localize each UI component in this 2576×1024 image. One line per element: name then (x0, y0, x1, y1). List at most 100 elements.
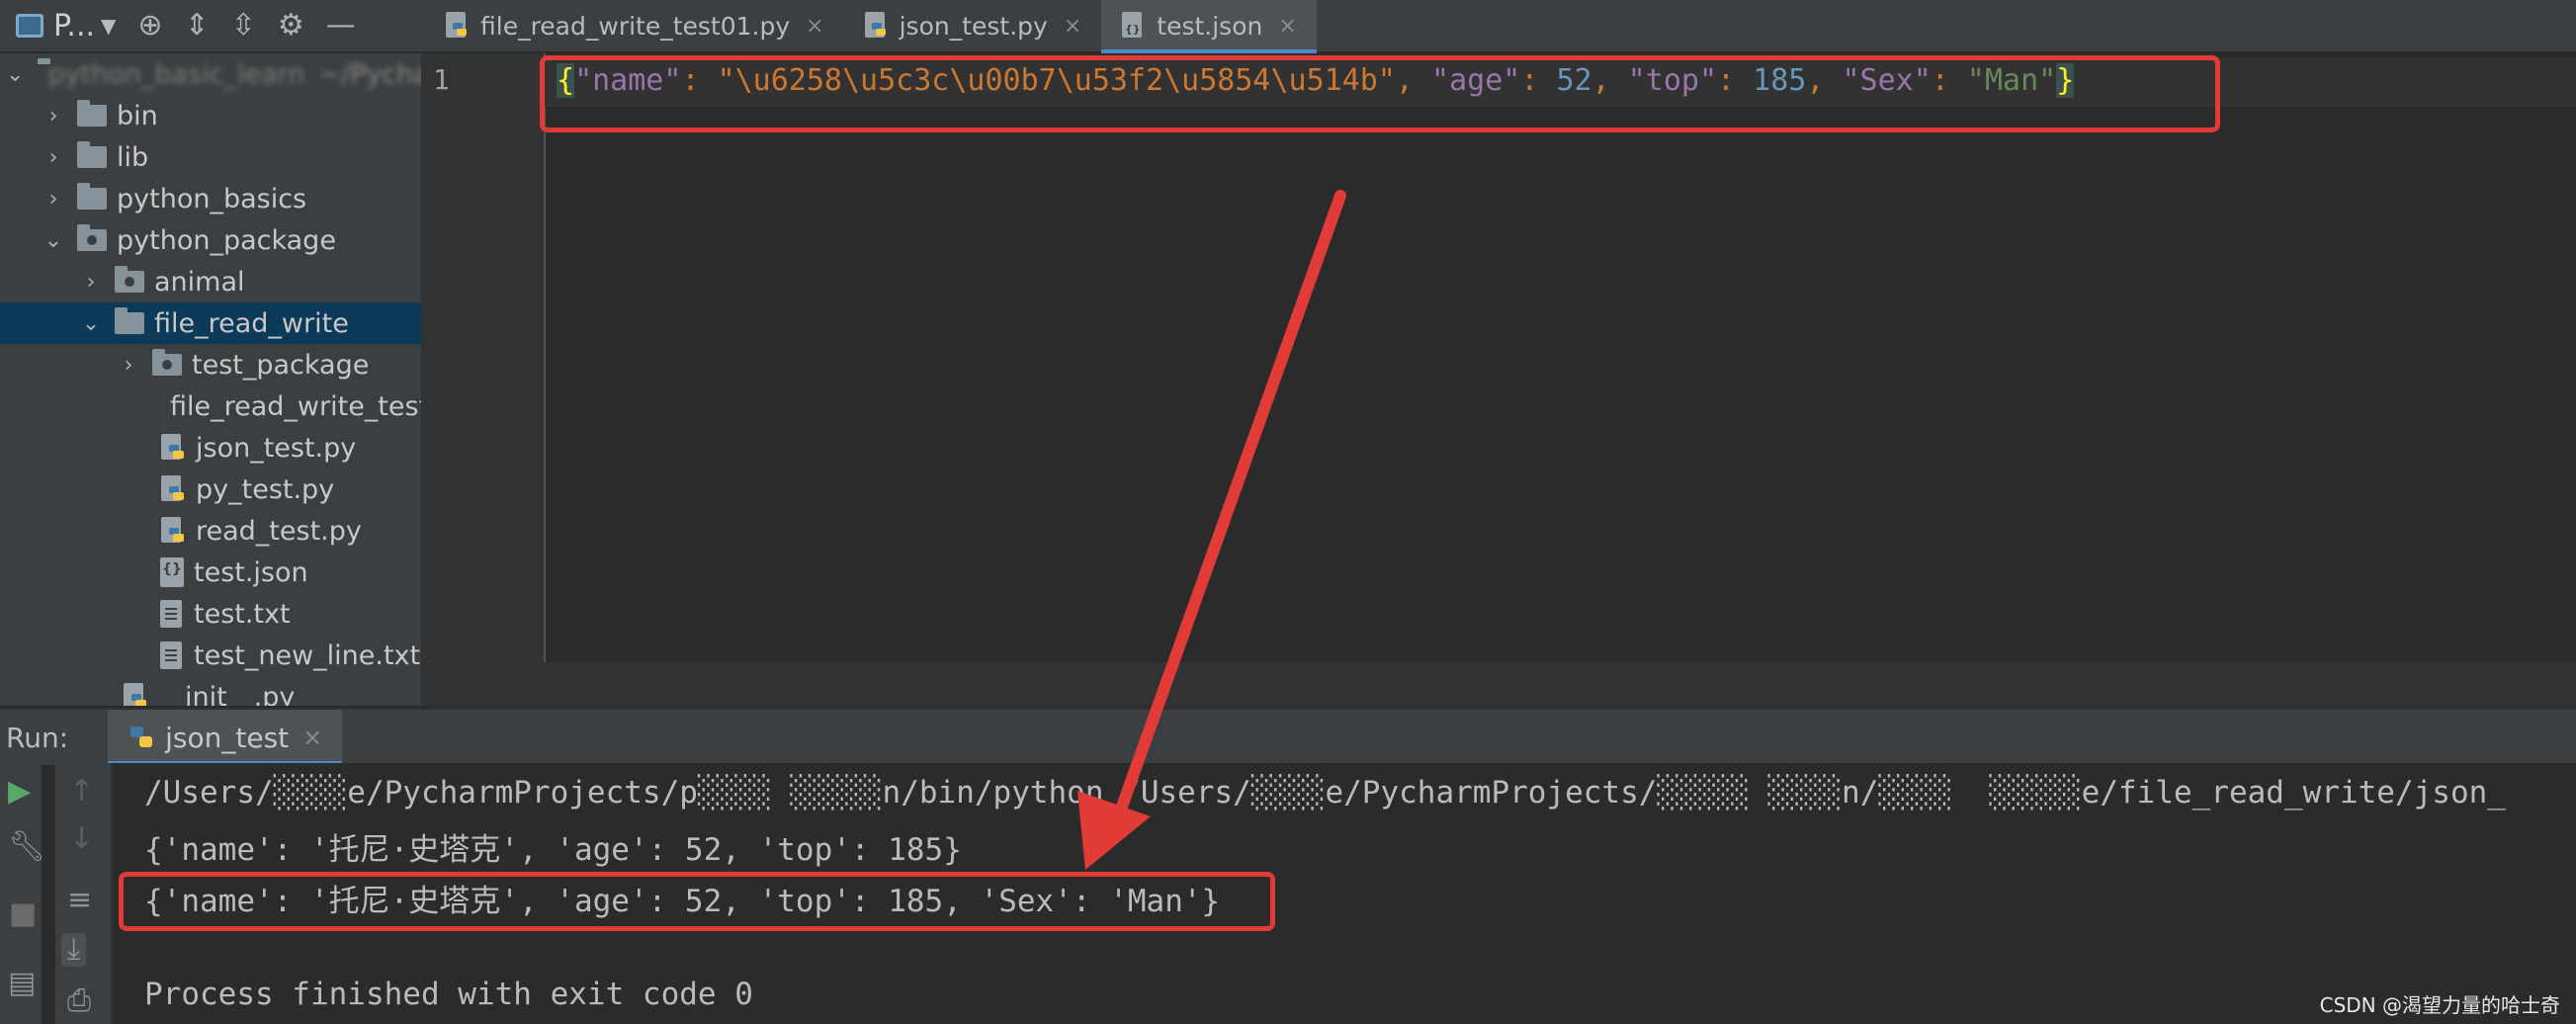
chevron-down-icon: ▼ (101, 14, 117, 38)
tree-item-label: test.txt (194, 598, 291, 630)
target-icon[interactable]: ⊕ (137, 11, 162, 41)
stop-icon[interactable]: ■ (9, 899, 37, 929)
tree-item-file-read-write-test01[interactable]: file_read_write_test01.py (0, 385, 421, 427)
json-value-name: "\u6258\u5c3c\u00b7\u53f2\u5854\u514b" (717, 63, 1396, 98)
close-icon[interactable]: × (302, 724, 322, 751)
close-icon[interactable]: × (1064, 14, 1081, 39)
tree-item-animal[interactable]: › animal (0, 261, 421, 302)
tree-item-init[interactable]: __init__.py (0, 676, 421, 706)
tree-item-json-test[interactable]: json_test.py (0, 427, 421, 469)
folder-icon (77, 100, 107, 127)
tree-item-label: animal (154, 266, 245, 298)
tree-item-file-read-write[interactable]: ⌄ file_read_write (0, 302, 421, 344)
tree-item-lib[interactable]: › lib (0, 136, 421, 178)
console-line-output-2: {'name': '托尼·史塔克', 'age': 52, 'top': 185… (144, 884, 1221, 919)
tree-item-label: read_test.py (196, 515, 362, 547)
chevron-right-icon: › (48, 186, 58, 212)
package-icon (152, 349, 182, 376)
console-line-output-1: {'name': '托尼·史塔克', 'age': 52, 'top': 185… (144, 832, 962, 868)
tree-item-test-new-line[interactable]: test_new_line.txt (0, 635, 421, 676)
collapse-all-icon[interactable]: ⇳ (231, 11, 256, 41)
layout-icon[interactable]: ▤ (8, 969, 36, 998)
json-colon: : (1717, 63, 1754, 98)
project-tree: ⌄ python_basic_learn ~/Pychar... P › bin… (0, 53, 423, 706)
json-separator: , (1395, 63, 1432, 98)
run-icon[interactable]: ▶ (8, 777, 31, 807)
tree-item-python-basics[interactable]: › python_basics (0, 178, 421, 219)
json-separator: , (1591, 63, 1628, 98)
tree-root[interactable]: ⌄ python_basic_learn ~/Pychar... P (0, 53, 421, 95)
json-file-icon: {} (1122, 12, 1143, 38)
arrow-down-icon[interactable]: ↓ (69, 824, 94, 854)
tab-file-read-write-test01[interactable]: file_read_write_test01.py × (425, 0, 844, 51)
expand-all-icon[interactable]: ⇕ (185, 11, 210, 41)
tree-item-test-package[interactable]: › test_package (0, 344, 421, 385)
tree-item-test-txt[interactable]: test.txt (0, 593, 421, 635)
chevron-right-icon: › (86, 269, 96, 295)
chevron-down-icon: ⌄ (43, 227, 63, 253)
watermark: CSDN @渴望力量的哈士奇 (2319, 993, 2560, 1017)
python-file-icon (161, 517, 184, 543)
tree-item-py-test[interactable]: py_test.py (0, 469, 421, 510)
tree-item-label: test_new_line.txt (194, 640, 421, 671)
close-icon[interactable]: × (1278, 14, 1296, 39)
python-file-icon (124, 683, 146, 706)
gear-icon[interactable]: ⚙ (278, 11, 304, 41)
tree-item-label: json_test.py (196, 432, 357, 464)
editor-gutter: 1 (423, 53, 546, 662)
tab-label: file_read_write_test01.py (480, 11, 791, 41)
json-separator: , (1806, 63, 1843, 98)
json-key-name: "name" (574, 63, 682, 98)
tree-item-label: test_package (192, 349, 370, 381)
tree-item-label: file_read_write_test01.py (170, 390, 421, 422)
tree-item-label: bin (117, 100, 158, 131)
project-view-selector[interactable]: P... ▼ (16, 9, 116, 43)
python-file-icon (161, 475, 184, 501)
project-view-icon (16, 14, 43, 38)
tree-item-bin[interactable]: › bin (0, 95, 421, 136)
tab-json-test[interactable]: json_test.py × (844, 0, 1102, 51)
tab-label: json_test.py (899, 11, 1048, 41)
arrow-up-icon[interactable]: ↑ (69, 777, 94, 807)
console-line-exit: Process finished with exit code 0 (144, 977, 753, 1012)
line-number: 1 (433, 63, 450, 96)
json-open-brace: { (557, 63, 575, 98)
text-file-icon (160, 641, 182, 669)
tab-label: test.json (1157, 11, 1263, 41)
package-icon (77, 224, 107, 251)
soft-wrap-icon[interactable]: ≡ (67, 886, 92, 915)
tree-item-label: python_basics (117, 183, 307, 214)
python-icon (130, 726, 153, 747)
run-label: Run: (6, 721, 69, 754)
scroll-to-end-icon[interactable]: ⤓ (61, 933, 87, 967)
json-key-sex: "Sex" (1842, 63, 1932, 98)
tree-item-label: file_read_write (154, 307, 349, 339)
chevron-right-icon: › (48, 103, 58, 128)
minimize-icon[interactable]: — (326, 11, 356, 41)
top-bar: P... ▼ ⊕ ⇕ ⇳ ⚙ — file_read_write_test01.… (0, 0, 2576, 53)
folder-icon (115, 307, 144, 334)
json-value-sex: "Man" (1966, 63, 2057, 98)
run-console-output[interactable]: /Users/░░░░e/PycharmProjects/p░░░░ ░░░░░… (113, 763, 2576, 1024)
svg-text:{}: {} (1125, 23, 1141, 36)
json-file-icon (160, 557, 184, 587)
chevron-down-icon: ⌄ (81, 310, 101, 336)
run-tab-json-test[interactable]: json_test × (108, 710, 343, 765)
print-icon[interactable]: ⎙ (67, 986, 91, 1016)
tree-item-python-package[interactable]: ⌄ python_package (0, 219, 421, 261)
tab-test-json[interactable]: {} test.json × (1101, 0, 1317, 53)
wrench-icon[interactable]: 🔧︎ (8, 832, 45, 862)
folder-icon (77, 183, 107, 210)
package-icon (115, 266, 144, 293)
editor-footer (423, 662, 2576, 706)
code-line-1[interactable]: {"name": "\u6258\u5c3c\u00b7\u53f2\u5854… (557, 63, 2075, 98)
close-icon[interactable]: × (806, 14, 823, 39)
tree-item-test-json[interactable]: test.json (0, 552, 421, 593)
tree-item-label: __init__.py (158, 681, 296, 707)
json-key-age: "age" (1431, 63, 1521, 98)
tree-item-read-test[interactable]: read_test.py (0, 510, 421, 552)
json-value-top: 185 (1753, 63, 1807, 98)
chevron-right-icon: › (124, 352, 133, 378)
tree-item-label: python_package (117, 224, 336, 256)
code-editor[interactable]: 1 {"name": "\u6258\u5c3c\u00b7\u53f2\u58… (423, 53, 2576, 662)
